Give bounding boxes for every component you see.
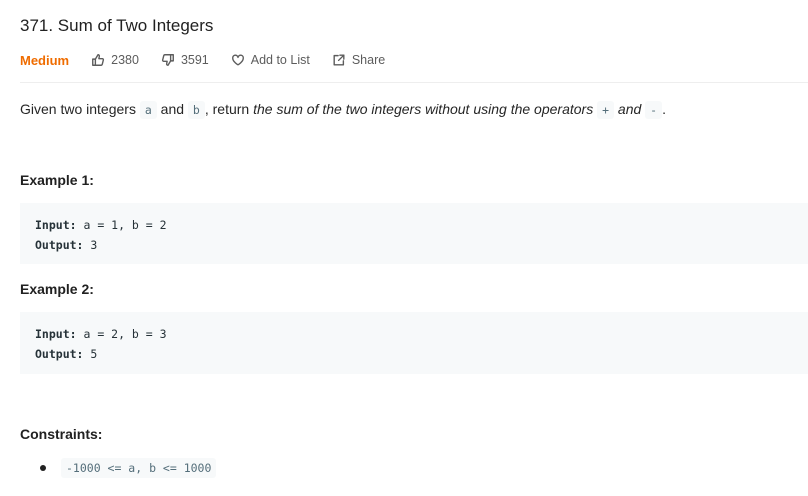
- inline-code-b: b: [187, 101, 205, 119]
- input-value: a = 2, b = 3: [76, 327, 167, 341]
- desc-period: .: [662, 101, 666, 117]
- problem-title: 371. Sum of Two Integers: [20, 16, 214, 35]
- share-button[interactable]: Share: [332, 53, 385, 67]
- bullet-icon: [40, 465, 46, 471]
- problem-meta-bar: Medium 2380 3591 Add to List Share: [20, 51, 407, 69]
- example-2-block: Input: a = 2, b = 3 Output: 5: [20, 312, 808, 374]
- constraint-item: -1000 <= a, b <= 1000: [40, 458, 217, 478]
- input-value: a = 1, b = 2: [76, 218, 167, 232]
- desc-italic-and: and: [617, 101, 642, 117]
- dislike-button[interactable]: 3591: [161, 53, 209, 67]
- input-label: Input:: [35, 327, 77, 341]
- inline-code-a: a: [139, 101, 157, 119]
- like-count: 2380: [111, 53, 139, 67]
- output-label: Output:: [35, 347, 84, 361]
- example-1-output: Output: 3: [35, 235, 793, 255]
- divider: [20, 82, 808, 83]
- thumbs-up-icon: [92, 54, 105, 66]
- add-to-list-label: Add to List: [250, 53, 310, 67]
- like-button[interactable]: 2380: [91, 53, 139, 67]
- input-label: Input:: [35, 218, 77, 232]
- example-2-heading: Example 2:: [20, 281, 94, 297]
- example-1-input: Input: a = 1, b = 2: [35, 215, 793, 235]
- heart-icon: [231, 54, 244, 66]
- output-value: 3: [83, 238, 98, 252]
- difficulty-badge: Medium: [20, 52, 70, 68]
- output-value: 5: [83, 347, 98, 361]
- share-label: Share: [351, 53, 386, 67]
- output-label: Output:: [35, 238, 84, 252]
- dislike-count: 3591: [180, 53, 209, 67]
- desc-text-and: and: [160, 101, 185, 117]
- share-icon: [333, 54, 345, 66]
- problem-description: Given two integers a and b, return the s…: [20, 100, 666, 119]
- example-2-output: Output: 5: [35, 344, 793, 364]
- desc-text-2: , return: [204, 101, 250, 117]
- thumbs-down-icon: [161, 54, 174, 66]
- constraint-code: -1000 <= a, b <= 1000: [61, 458, 217, 478]
- inline-code-plus: +: [597, 101, 615, 119]
- desc-text-1: Given two integers: [20, 101, 136, 117]
- example-2-input: Input: a = 2, b = 3: [35, 324, 793, 344]
- example-1-heading: Example 1:: [20, 172, 94, 188]
- inline-code-minus: -: [645, 101, 663, 119]
- add-to-list-button[interactable]: Add to List: [231, 53, 310, 67]
- example-1-block: Input: a = 1, b = 2 Output: 3: [20, 203, 808, 264]
- constraints-heading: Constraints:: [20, 426, 103, 442]
- desc-italic: the sum of the two integers without usin…: [253, 101, 594, 117]
